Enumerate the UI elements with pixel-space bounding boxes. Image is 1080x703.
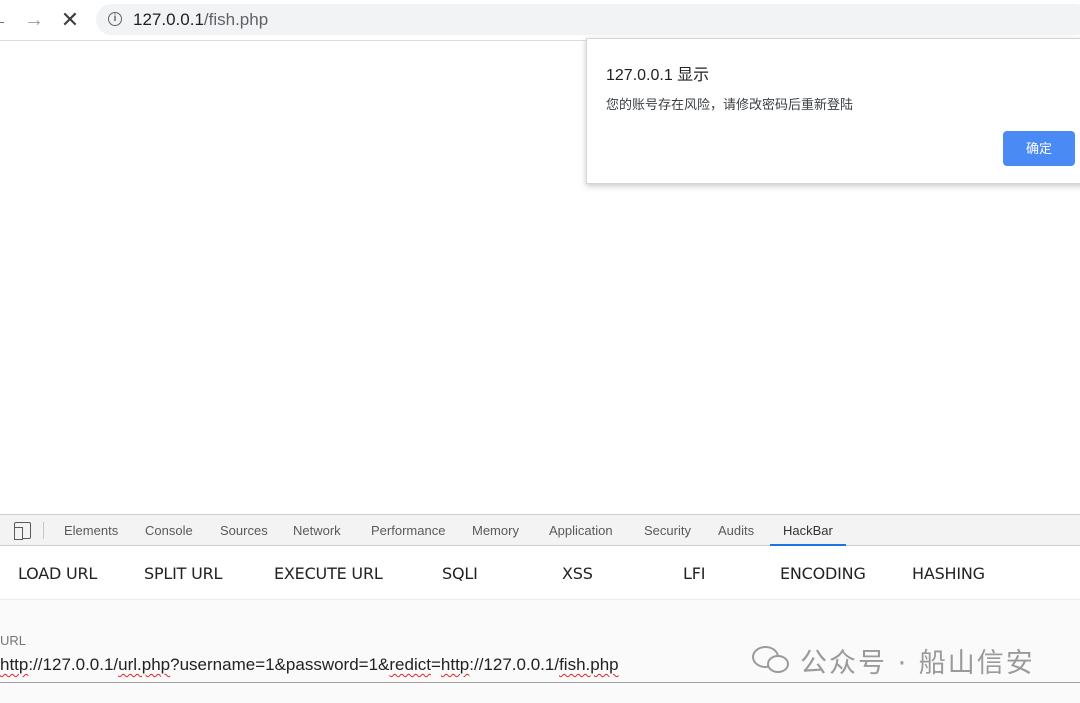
- tab-elements[interactable]: Elements: [64, 515, 118, 546]
- address-bar[interactable]: i 127.0.0.1/fish.php: [96, 4, 1080, 35]
- address-bar-url[interactable]: 127.0.0.1/fish.php: [133, 10, 268, 30]
- tab-application[interactable]: Application: [549, 515, 613, 546]
- url-path: /fish.php: [203, 10, 269, 29]
- url-part: ://127.0.0.1/: [469, 655, 560, 674]
- browser-toolbar: ← → ✕ i 127.0.0.1/fish.php: [0, 0, 1080, 41]
- xss-menu[interactable]: XSS: [562, 564, 593, 583]
- sqli-menu[interactable]: SQLI: [442, 564, 478, 583]
- lfi-menu[interactable]: LFI: [683, 564, 705, 583]
- execute-url-button[interactable]: EXECUTE URL: [274, 564, 383, 583]
- alert-dialog: 127.0.0.1 显示 您的账号存在风险，请修改密码后重新登陆 确定: [586, 38, 1080, 184]
- url-host: 127.0.0.1: [133, 10, 204, 29]
- dialog-message: 您的账号存在风险，请修改密码后重新登陆: [606, 97, 854, 112]
- url-part: http: [0, 655, 29, 674]
- hackbar-menu: LOAD URL SPLIT URL EXECUTE URL SQLI XSS …: [0, 546, 1080, 600]
- tab-audits[interactable]: Audits: [718, 515, 754, 546]
- url-field-label: URL: [0, 633, 27, 648]
- hashing-menu[interactable]: HASHING: [912, 564, 985, 583]
- tab-security[interactable]: Security: [644, 515, 691, 546]
- tab-sources[interactable]: Sources: [220, 515, 268, 546]
- tab-network[interactable]: Network: [293, 515, 341, 546]
- encoding-menu[interactable]: ENCODING: [780, 564, 866, 583]
- url-part: fish.php: [559, 655, 619, 674]
- url-part: ?username=1&password=1&: [170, 655, 390, 674]
- tab-memory[interactable]: Memory: [472, 515, 519, 546]
- stop-loading-icon[interactable]: ✕: [58, 8, 82, 32]
- tab-performance[interactable]: Performance: [371, 515, 445, 546]
- devtools-tab-bar: Elements Console Sources Network Perform…: [0, 515, 1080, 546]
- dialog-ok-button[interactable]: 确定: [1003, 131, 1075, 166]
- tab-separator: [43, 522, 44, 539]
- forward-arrow-icon[interactable]: →: [22, 8, 46, 32]
- watermark-text: 公众号 · 船山信安: [800, 647, 1035, 679]
- back-arrow-icon[interactable]: ←: [0, 8, 10, 32]
- site-info-icon[interactable]: i: [108, 12, 122, 26]
- url-part: url.php: [118, 655, 171, 674]
- dialog-title: 127.0.0.1 显示: [606, 67, 710, 84]
- url-part: http: [440, 655, 470, 674]
- tab-hackbar[interactable]: HackBar: [770, 515, 846, 546]
- watermark: 公众号 · 船山信安: [752, 640, 1035, 680]
- tab-console[interactable]: Console: [145, 515, 193, 546]
- url-part: redict: [389, 655, 431, 674]
- url-part: ://127.0.0.1/: [28, 655, 119, 674]
- split-url-button[interactable]: SPLIT URL: [144, 564, 222, 583]
- device-toolbar-icon[interactable]: [13, 522, 31, 540]
- url-part: =: [430, 655, 441, 674]
- load-url-button[interactable]: LOAD URL: [18, 564, 97, 583]
- wechat-icon: [752, 644, 792, 676]
